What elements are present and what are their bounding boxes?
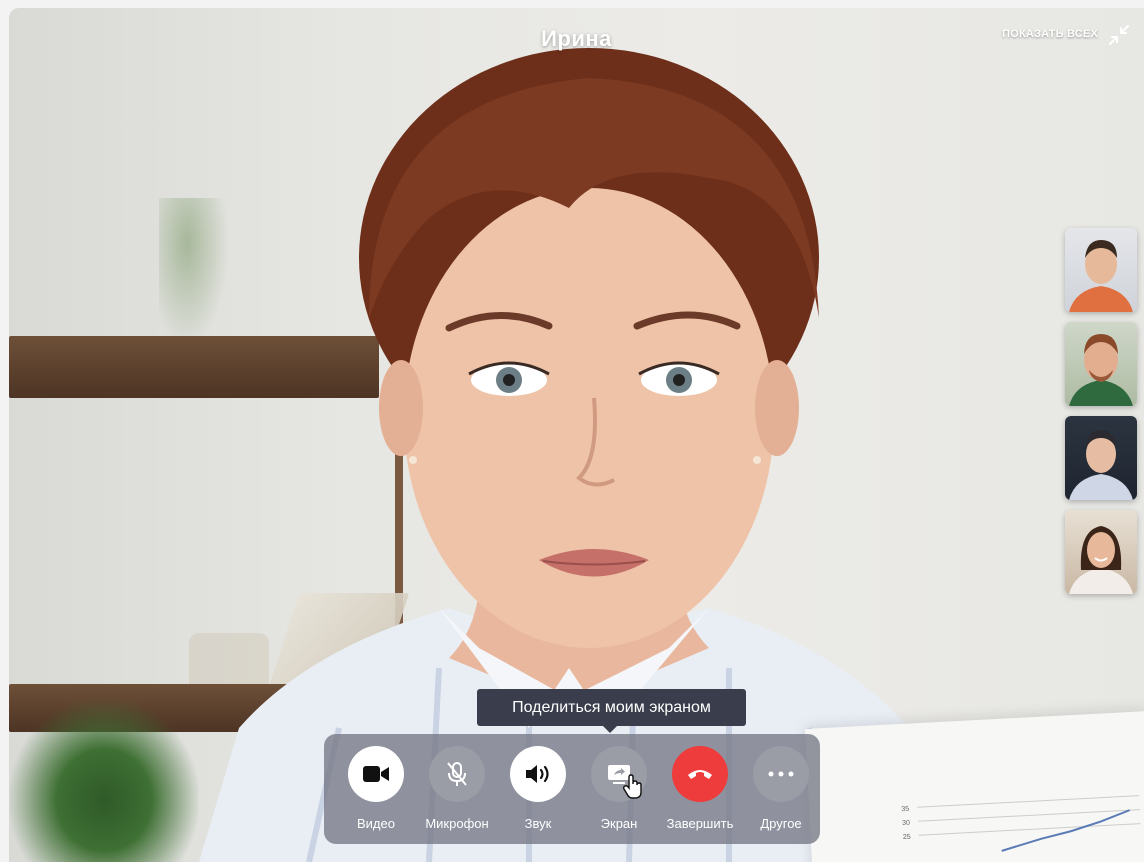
- sound-label: Звук: [524, 816, 552, 831]
- avatar: [1069, 430, 1133, 500]
- video-button[interactable]: Видео: [336, 746, 416, 831]
- more-label: Другое: [760, 816, 802, 831]
- microphone-label: Микрофон: [425, 816, 489, 831]
- collapse-icon[interactable]: [1108, 24, 1130, 46]
- end-call-button[interactable]: Завершить: [660, 746, 740, 831]
- avatar: [1069, 240, 1133, 312]
- show-all-button[interactable]: ПОКАЗАТЬ ВСЕХ: [1002, 28, 1098, 40]
- sound-button[interactable]: Звук: [498, 746, 578, 831]
- hang-up-icon: [672, 746, 728, 802]
- video-label: Видео: [357, 816, 395, 831]
- hand-cursor-icon: [623, 774, 642, 799]
- screen-label: Экран: [600, 816, 638, 831]
- end-call-label: Завершить: [666, 816, 734, 831]
- participant-thumbnails: [1065, 228, 1137, 604]
- document-in-hand: 35 30 25: [805, 711, 1144, 862]
- microphone-button[interactable]: Микрофон: [417, 746, 497, 831]
- avatar: [1069, 526, 1133, 594]
- speaker-icon: [510, 746, 566, 802]
- more-dots-icon: [753, 746, 809, 802]
- avatar: [1069, 334, 1133, 406]
- video-camera-icon: [348, 746, 404, 802]
- participant-thumbnail[interactable]: [1065, 322, 1137, 406]
- paper-tick: 25: [903, 834, 911, 841]
- participant-name: Ирина: [541, 26, 612, 51]
- tooltip: Поделиться моим экраном: [477, 689, 746, 733]
- screen-share-icon: [591, 746, 647, 802]
- more-button[interactable]: Другое: [741, 746, 821, 831]
- screen-share-button[interactable]: Экран: [579, 746, 659, 831]
- microphone-muted-icon: [429, 746, 485, 802]
- participant-thumbnail[interactable]: [1065, 510, 1137, 594]
- call-control-bar: Видео Микрофон Звук Экран Завершить Друг…: [324, 734, 820, 844]
- paper-chart: 35 30 25: [901, 795, 1141, 852]
- paper-tick: 35: [901, 806, 909, 813]
- participant-thumbnail[interactable]: [1065, 416, 1137, 500]
- paper-tick: 30: [902, 820, 910, 827]
- participant-thumbnail[interactable]: [1065, 228, 1137, 312]
